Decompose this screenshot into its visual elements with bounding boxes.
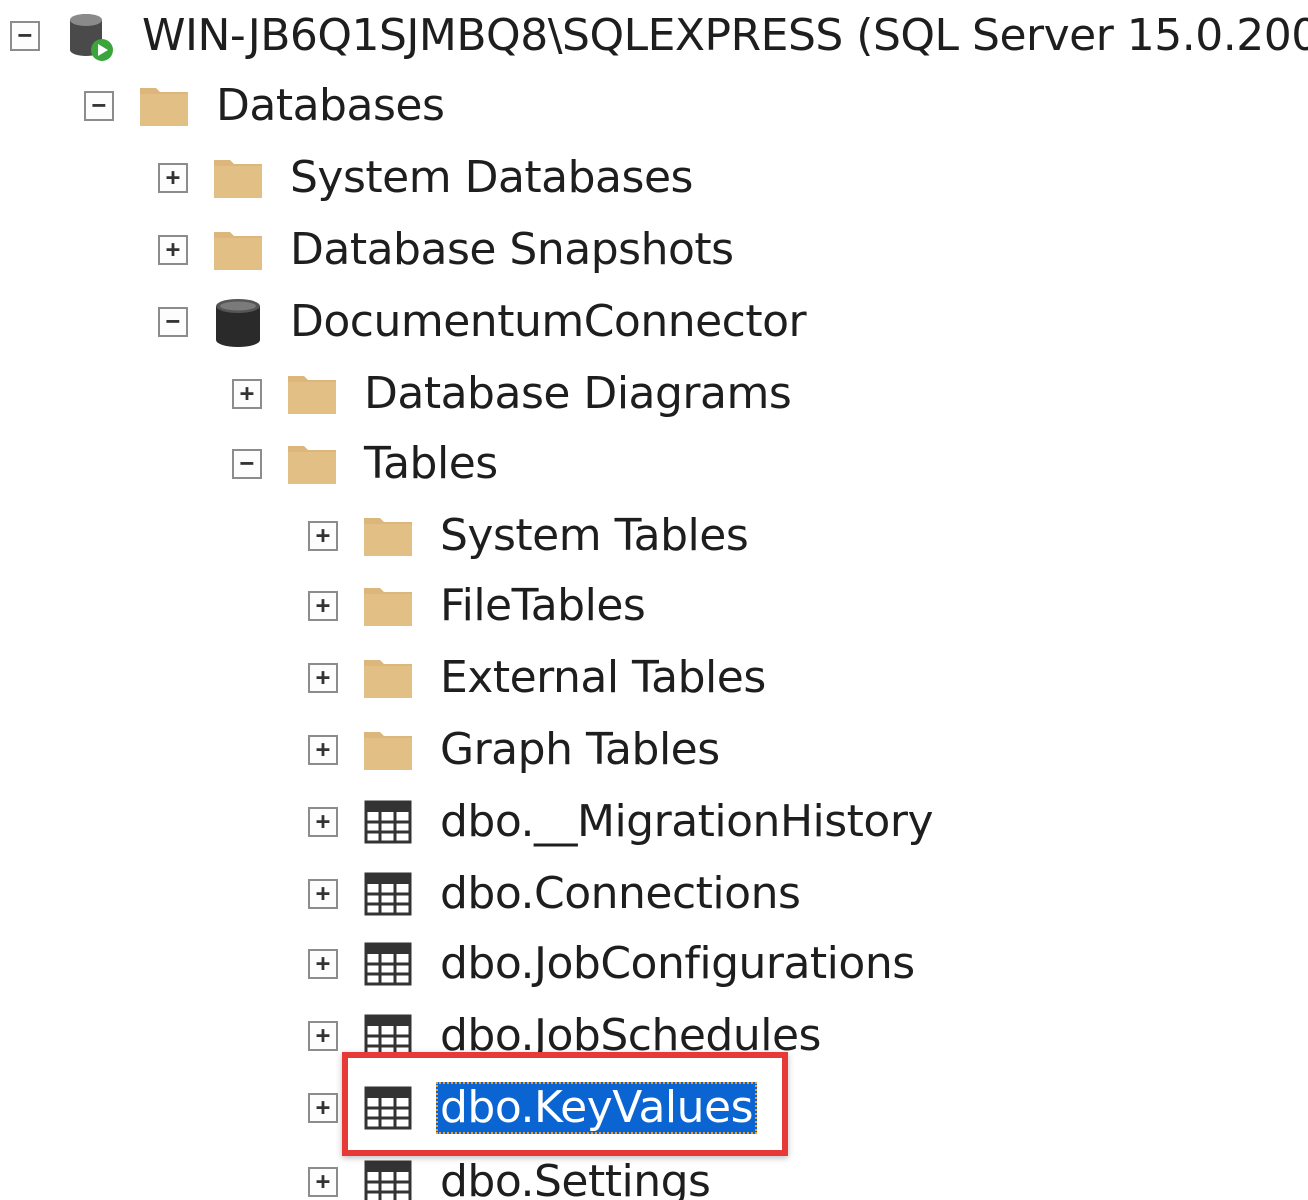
expand-toggle[interactable]: + [308, 879, 338, 909]
databases-label: Databases [216, 80, 445, 131]
expand-toggle[interactable]: + [308, 591, 338, 621]
expand-toggle[interactable]: + [308, 1093, 338, 1123]
database-diagrams-label: Database Diagrams [364, 368, 792, 419]
folder-icon [284, 366, 340, 422]
table-icon [360, 1154, 416, 1200]
expand-toggle[interactable]: + [158, 163, 188, 193]
job-configurations-label: dbo.JobConfigurations [440, 938, 915, 989]
graph-tables-label: Graph Tables [440, 724, 720, 775]
file-tables-label: FileTables [440, 580, 646, 631]
expand-toggle[interactable]: + [158, 235, 188, 265]
system-tables-label: System Tables [440, 510, 749, 561]
server-running-icon [62, 8, 118, 64]
table-icon [360, 936, 416, 992]
expand-toggle[interactable]: + [308, 1167, 338, 1197]
object-explorer-tree: − WIN-JB6Q1SJMBQ8\SQLEXPRESS (SQL Server… [0, 0, 1308, 1200]
tree-node-external-tables[interactable]: + External Tables [308, 642, 770, 714]
folder-icon [210, 150, 266, 206]
tree-node-tables[interactable]: − Tables [232, 428, 502, 500]
table-icon [360, 1008, 416, 1064]
tree-node-system-tables[interactable]: + System Tables [308, 500, 752, 572]
server-label: WIN-JB6Q1SJMBQ8\SQLEXPRESS (SQL Server 1… [142, 10, 1308, 61]
expand-toggle[interactable]: + [308, 521, 338, 551]
collapse-toggle[interactable]: − [232, 449, 262, 479]
tree-node-table-key-values[interactable]: + dbo.KeyValues [308, 1072, 758, 1144]
connections-label: dbo.Connections [440, 868, 801, 919]
folder-icon [360, 578, 416, 634]
tree-node-table-job-configurations[interactable]: + dbo.JobConfigurations [308, 928, 919, 1000]
table-icon [360, 1080, 416, 1136]
key-values-label: dbo.KeyValues [436, 1082, 758, 1134]
expand-toggle[interactable]: + [308, 949, 338, 979]
tree-node-databases[interactable]: − Databases [84, 70, 448, 142]
folder-icon [284, 436, 340, 492]
database-snapshots-label: Database Snapshots [290, 224, 734, 275]
tree-node-database-diagrams[interactable]: + Database Diagrams [232, 358, 795, 430]
tree-node-system-databases[interactable]: + System Databases [158, 142, 697, 214]
folder-icon [360, 722, 416, 778]
migration-history-label: dbo.__MigrationHistory [440, 796, 933, 847]
collapse-toggle[interactable]: − [10, 21, 40, 51]
expand-toggle[interactable]: + [232, 379, 262, 409]
expand-toggle[interactable]: + [308, 735, 338, 765]
folder-icon [210, 222, 266, 278]
tree-node-file-tables[interactable]: + FileTables [308, 570, 649, 642]
collapse-toggle[interactable]: − [158, 307, 188, 337]
table-icon [360, 794, 416, 850]
database-icon [210, 294, 266, 350]
job-schedules-label: dbo.JobSchedules [440, 1010, 821, 1061]
external-tables-label: External Tables [440, 652, 766, 703]
tree-node-graph-tables[interactable]: + Graph Tables [308, 714, 724, 786]
collapse-toggle[interactable]: − [84, 91, 114, 121]
expand-toggle[interactable]: + [308, 663, 338, 693]
folder-icon [136, 78, 192, 134]
expand-toggle[interactable]: + [308, 1021, 338, 1051]
expand-toggle[interactable]: + [308, 807, 338, 837]
documentum-connector-label: DocumentumConnector [290, 296, 807, 347]
tree-node-table-settings[interactable]: + dbo.Settings [308, 1146, 714, 1200]
system-databases-label: System Databases [290, 152, 693, 203]
folder-icon [360, 508, 416, 564]
tree-node-table-migration-history[interactable]: + dbo.__MigrationHistory [308, 786, 937, 858]
settings-label: dbo.Settings [440, 1156, 711, 1200]
tree-node-database-snapshots[interactable]: + Database Snapshots [158, 214, 738, 286]
tables-label: Tables [364, 438, 498, 489]
table-icon [360, 866, 416, 922]
tree-node-table-connections[interactable]: + dbo.Connections [308, 858, 804, 930]
folder-icon [360, 650, 416, 706]
tree-node-server[interactable]: − WIN-JB6Q1SJMBQ8\SQLEXPRESS (SQL Server… [10, 0, 1308, 72]
tree-node-documentum-connector[interactable]: − DocumentumConnector [158, 286, 810, 358]
